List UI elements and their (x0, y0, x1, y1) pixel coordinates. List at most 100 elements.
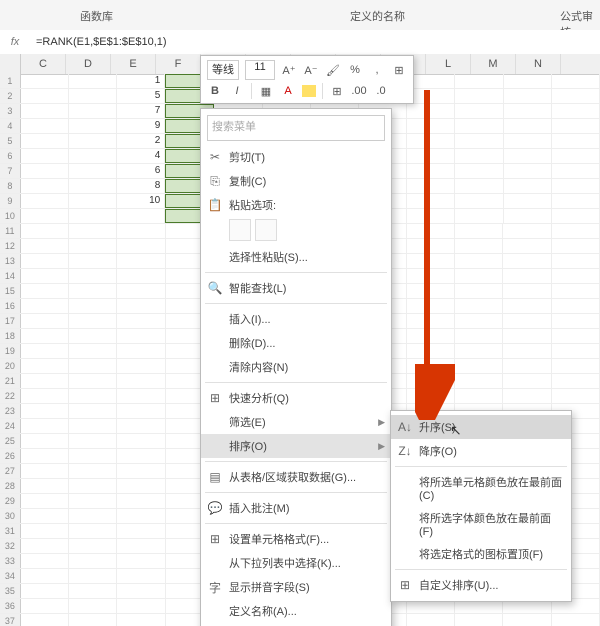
cell[interactable] (552, 209, 600, 223)
cell[interactable] (21, 419, 69, 433)
cell[interactable] (69, 569, 117, 583)
cell[interactable] (69, 554, 117, 568)
cell[interactable] (455, 89, 503, 103)
sort-font-color[interactable]: 将所选字体颜色放在最前面(F) (391, 506, 571, 542)
cell[interactable] (21, 359, 69, 373)
cell[interactable] (21, 119, 69, 133)
cell[interactable] (552, 149, 600, 163)
cell[interactable] (21, 539, 69, 553)
menu-get-data[interactable]: ▤从表格/区域获取数据(G)... (201, 465, 391, 489)
cell[interactable] (504, 209, 552, 223)
cell[interactable] (552, 224, 600, 238)
cell[interactable] (504, 134, 552, 148)
cell[interactable] (407, 104, 455, 118)
cell[interactable] (407, 614, 455, 626)
cell[interactable]: 1 (117, 74, 165, 88)
sort-descending[interactable]: Z↓降序(O) (391, 439, 571, 463)
cell[interactable] (407, 374, 455, 388)
menu-clear[interactable]: 清除内容(N) (201, 355, 391, 379)
italic-icon[interactable]: I (229, 83, 245, 99)
cell[interactable] (552, 314, 600, 328)
cell[interactable] (21, 314, 69, 328)
cell[interactable] (69, 494, 117, 508)
format-icon[interactable]: ⊞ (391, 62, 407, 78)
cell[interactable] (117, 299, 165, 313)
context-search[interactable]: 搜索菜单 (207, 115, 385, 141)
cell[interactable] (69, 119, 117, 133)
menu-smart-lookup[interactable]: 🔍智能查找(L) (201, 276, 391, 300)
cell[interactable] (117, 464, 165, 478)
cell[interactable] (21, 74, 69, 88)
cell[interactable] (117, 539, 165, 553)
paste-option-2[interactable] (255, 219, 277, 241)
cell[interactable] (503, 269, 551, 283)
cell[interactable] (552, 284, 600, 298)
cell[interactable]: 2 (117, 134, 165, 148)
cell[interactable] (69, 74, 117, 88)
cell[interactable] (552, 389, 600, 403)
cell[interactable] (455, 224, 503, 238)
col-header[interactable]: C (21, 54, 66, 74)
cell[interactable] (552, 329, 600, 343)
cell[interactable] (117, 374, 165, 388)
cell[interactable] (552, 299, 600, 313)
cell[interactable] (117, 224, 165, 238)
cell[interactable] (455, 299, 503, 313)
cell[interactable] (69, 89, 117, 103)
cell[interactable] (504, 104, 552, 118)
cell[interactable] (117, 434, 165, 448)
menu-pick-list[interactable]: 从下拉列表中选择(K)... (201, 551, 391, 575)
fill-color-icon[interactable] (302, 85, 316, 97)
cell[interactable] (455, 374, 503, 388)
cell[interactable] (407, 89, 455, 103)
cell[interactable] (21, 434, 69, 448)
cell[interactable] (407, 74, 455, 88)
cell[interactable] (21, 254, 69, 268)
cell[interactable] (552, 194, 600, 208)
cell[interactable] (21, 374, 69, 388)
cell[interactable] (69, 389, 117, 403)
menu-format-cells[interactable]: ⊞设置单元格格式(F)... (201, 527, 391, 551)
increase-font-icon[interactable]: A⁺ (281, 62, 297, 78)
menu-sort[interactable]: 排序(O)▶ (201, 434, 391, 458)
cell[interactable] (117, 389, 165, 403)
sort-cell-color[interactable]: 将所选单元格颜色放在最前面(C) (391, 470, 571, 506)
cell[interactable] (69, 269, 117, 283)
menu-define-name[interactable]: 定义名称(A)... (201, 599, 391, 623)
cell[interactable] (117, 359, 165, 373)
cell[interactable] (21, 554, 69, 568)
cell[interactable] (69, 359, 117, 373)
cell[interactable] (69, 614, 117, 626)
col-header[interactable]: L (426, 54, 471, 74)
cell[interactable] (69, 524, 117, 538)
cell[interactable] (455, 284, 503, 298)
cell[interactable] (503, 224, 551, 238)
cell[interactable] (117, 599, 165, 613)
cell[interactable] (407, 134, 455, 148)
cell[interactable] (455, 179, 503, 193)
cell[interactable]: 6 (117, 164, 165, 178)
cell[interactable] (407, 149, 455, 163)
cell[interactable] (407, 224, 455, 238)
cell[interactable] (407, 329, 455, 343)
cell[interactable] (21, 149, 69, 163)
comma-icon[interactable]: , (369, 62, 385, 78)
cell[interactable] (503, 299, 551, 313)
cell[interactable] (69, 284, 117, 298)
col-header[interactable]: E (111, 54, 156, 74)
menu-copy[interactable]: ⎘复制(C) (201, 169, 391, 193)
cell[interactable] (504, 89, 552, 103)
cell[interactable]: 8 (117, 179, 165, 193)
cell[interactable] (552, 119, 600, 133)
cell[interactable] (407, 194, 455, 208)
cell[interactable] (69, 299, 117, 313)
cell[interactable] (552, 374, 600, 388)
cell[interactable] (552, 89, 600, 103)
cell[interactable] (407, 254, 455, 268)
cell[interactable] (455, 119, 503, 133)
border-icon[interactable]: ▦ (258, 83, 274, 99)
cell[interactable] (69, 434, 117, 448)
cell[interactable] (407, 209, 455, 223)
cell[interactable]: 7 (117, 104, 165, 118)
menu-cut[interactable]: ✂剪切(T) (201, 145, 391, 169)
